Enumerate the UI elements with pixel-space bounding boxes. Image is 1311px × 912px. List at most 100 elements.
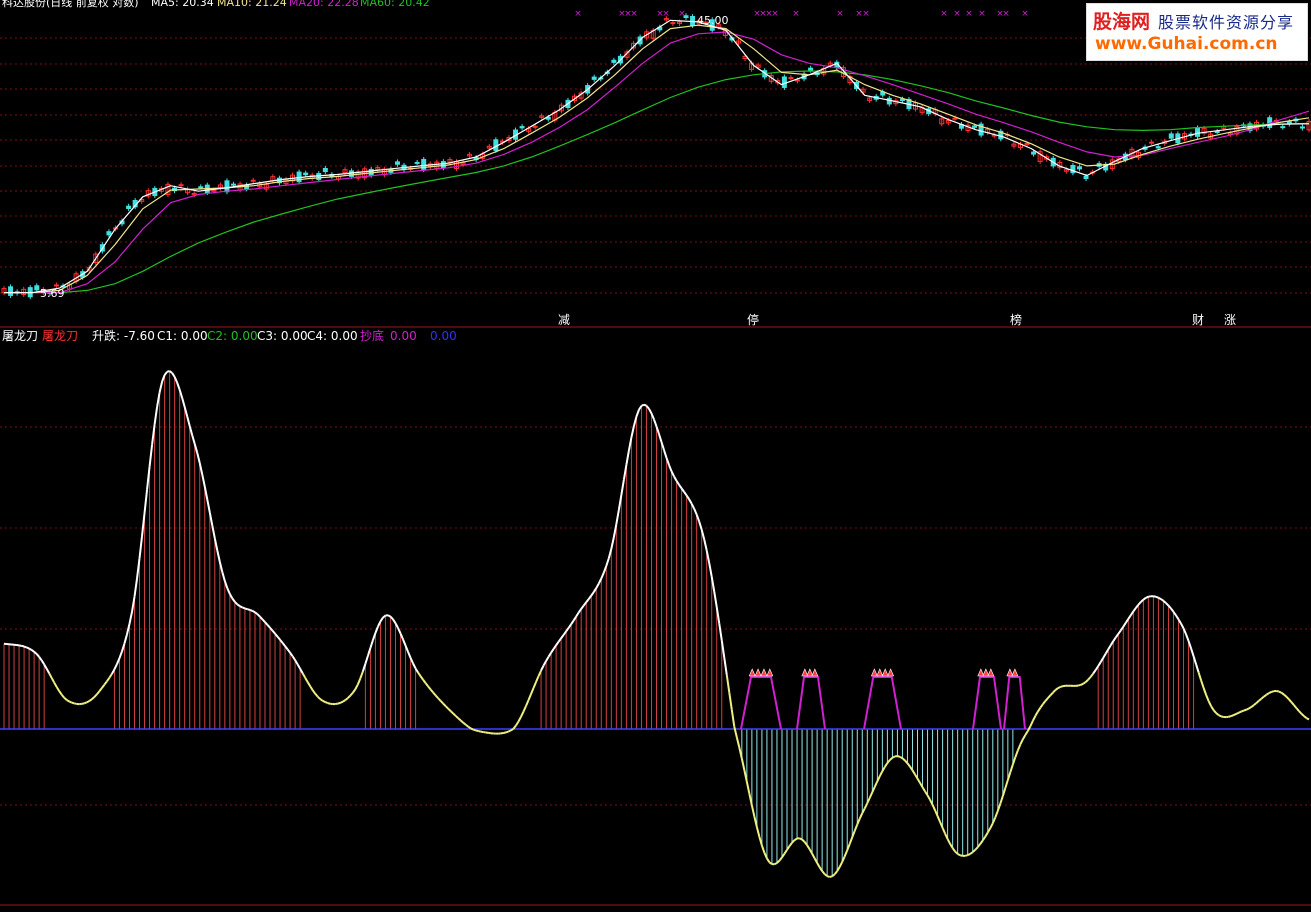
tlb-line-seg [1161,599,1164,601]
tlb-line-seg [870,792,873,798]
ma60-label: MA60: 20.42 [360,0,430,9]
tlb-line-seg [591,592,594,596]
tlb-line-seg [1211,706,1214,710]
tlb-line-seg [521,712,524,717]
candle-body [1150,142,1154,143]
candle-body [317,174,321,180]
event-label-zhang[interactable]: 涨 [1224,312,1236,327]
tlb-line-seg [1216,713,1219,715]
chaodi-arrow [1012,669,1018,676]
ma-line-ma10 [4,25,1309,293]
tlb-line-seg [523,706,526,712]
tlb-line-seg [762,846,765,853]
logo-slogan: 股票软件资源分享 [1158,13,1294,32]
tlb-line-seg [518,717,521,722]
tlb-line-seg [288,649,291,652]
tlb-line-seg [129,612,132,624]
tlb-line-seg [62,695,65,698]
tlb-line-seg [727,675,730,692]
stock-chart-window[interactable]: ×××××××××××××××××××××× 科达股份(日线 前复权 对数) M… [0,0,1311,908]
chaodi-arrow [807,669,813,676]
tlb-line-seg [453,714,456,716]
tlb-line-seg [1261,697,1264,699]
chaodi-arrow [978,669,984,676]
tlb-line-seg [689,499,692,503]
tlb-line-seg [631,426,634,437]
event-label-jian[interactable]: 减 [558,313,570,327]
tlb-line-seg [704,539,707,550]
tlb-line-seg [323,701,326,702]
tlb-line-seg [1196,664,1199,672]
tlb-line-seg [664,450,667,458]
indicator-panel[interactable] [0,371,1311,877]
tlb-line-seg [571,620,574,624]
tlb-line-seg [478,731,481,732]
tlb-line-seg [1098,662,1101,666]
tlb-line-seg [779,857,782,860]
candle-body [395,162,399,164]
tlb-line-seg [596,584,599,588]
tlb-line-seg [393,619,396,623]
tlb-line-seg [918,779,921,783]
tlb-line-seg [1209,701,1212,706]
event-label-ting[interactable]: 停 [747,312,759,327]
tlb-line-seg [345,698,348,700]
candle-body [1077,167,1081,169]
tlb-line-seg [84,702,87,703]
tlb-line-seg [328,703,331,704]
candle-body [612,60,616,62]
tlb-line-seg [1051,693,1054,696]
tlb-line-seg [923,787,926,791]
chaodi-arrow [755,669,761,676]
tlb-line-seg [49,673,52,678]
tlb-line-seg [109,674,112,678]
x-marker: × [771,9,779,19]
tlb-line-seg [471,728,474,729]
tlb-line-seg [1294,705,1297,708]
tlb-line-seg [506,732,509,733]
candle-body [232,184,236,185]
tlb-line-seg [303,673,306,677]
tlb-line-seg [1123,623,1126,627]
chaodi-arrow [812,669,818,676]
tlb-line-seg [140,536,143,558]
tlb-line-seg [729,692,732,709]
tlb-line-seg [222,572,225,581]
tlb-line-seg [875,781,878,786]
tlb-line-seg [388,615,391,616]
tlb-line-seg [1286,697,1289,700]
tlb-line-seg [830,876,833,877]
tlb-line-seg [1306,718,1309,719]
tlb-line-seg [732,710,735,727]
candle-body [323,168,327,171]
tlb-line-seg [529,694,532,700]
tlb-line-seg [626,451,629,465]
tlb-line-seg [767,858,770,862]
candle-body [35,286,39,290]
tlb-line-seg [965,855,968,856]
event-label-cai[interactable]: 财 [1192,313,1204,327]
candle-body [1156,147,1160,148]
tlb-line-seg [800,838,803,839]
x-marker: × [678,9,686,19]
tlb-line-seg [94,694,97,697]
tlb-line-seg [784,850,787,854]
tlb-line-seg [1023,735,1026,739]
tlb-line-seg [1291,702,1294,705]
event-label-bang[interactable]: 榜 [1010,312,1022,327]
tlb-line-seg [1239,712,1242,713]
tlb-line-seg [192,435,195,444]
tlb-line-seg [67,700,70,701]
tlb-line-seg [97,691,100,694]
chaodi-arrow [871,669,877,676]
tlb-line-seg [1206,695,1209,701]
tlb-line-seg [912,770,915,774]
tlb-line-seg [907,763,910,766]
tlb-line-seg [802,839,805,841]
tlb-line-seg [155,407,158,425]
stock-chart-svg[interactable]: ×××××××××××××××××××××× 科达股份(日线 前复权 对数) M… [0,0,1311,908]
tlb-line-seg [699,521,702,529]
tlb-line-seg [561,635,564,638]
tlb-line-seg [443,704,446,707]
tlb-line-seg [278,637,281,640]
